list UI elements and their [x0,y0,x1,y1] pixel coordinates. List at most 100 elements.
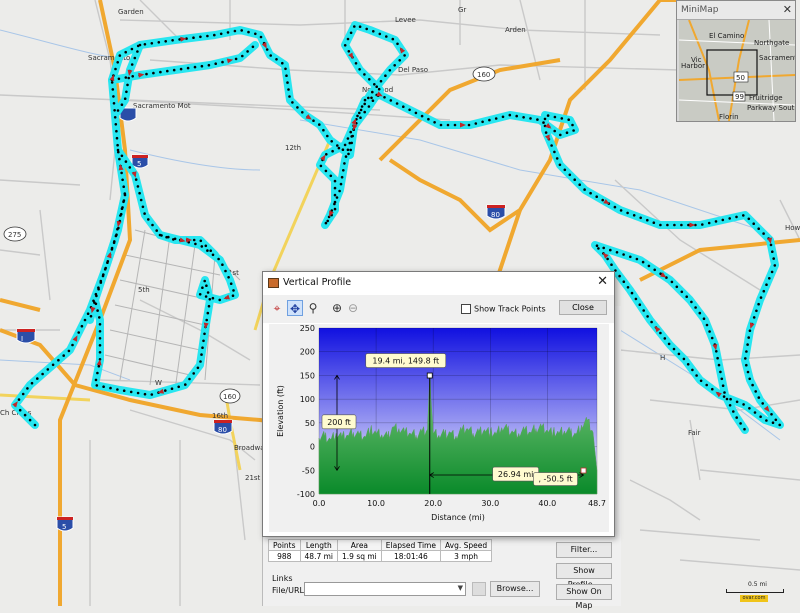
track-point [630,291,634,295]
zoom-area-icon[interactable]: ⚲ [305,300,321,316]
track-point [36,377,39,380]
close-icon[interactable]: ✕ [597,274,608,289]
track-point [343,143,347,147]
vertical-measure-label: 200 ft [327,418,351,427]
y-axis-label: Elevation (ft) [276,385,285,437]
track-point [121,178,124,182]
track-point [196,366,200,370]
track-point [112,95,115,98]
track-point [384,74,387,77]
checkbox-box[interactable] [461,304,471,314]
track-point [125,90,128,94]
track-point [275,58,278,61]
minimap-label: Sacramento [759,54,795,62]
track-point [550,144,553,147]
show-on-map-button[interactable]: Show On Map [556,584,612,610]
track-point [356,114,359,118]
track-point [205,318,208,322]
track-point [383,96,386,99]
track-point [583,188,586,191]
track-point [113,109,116,112]
track-point [354,62,358,65]
track-point [652,221,656,224]
chevron-down-icon[interactable]: ▼ [458,584,463,592]
track-point [685,295,688,299]
track-point [254,32,257,36]
vertical-profile-dialog[interactable]: Vertical Profile ✕ ⌖ ✥ ⚲ ⊕ ⊖ Show Track … [262,271,615,537]
show-track-points-checkbox[interactable]: Show Track Points [461,304,546,314]
track-point [219,32,223,36]
show-profile-button[interactable]: Show Profile... [556,563,612,589]
track-point [762,289,766,293]
track-point [632,214,636,217]
track-point [757,227,760,230]
file-url-input[interactable]: ▼ [304,582,466,596]
track-point [145,72,148,76]
track-point [150,393,154,396]
track-point [742,403,745,406]
track-point [716,356,719,360]
road-label: Sacramento Mot [133,102,191,110]
close-button[interactable]: Close [559,300,607,315]
x-tick-label: 40.0 [538,499,556,508]
zoom-out-icon[interactable]: ⊖ [345,300,361,316]
track-point [744,357,747,360]
track-point [391,37,395,41]
track-point [646,315,649,318]
track-point [214,62,217,65]
track-point [291,101,294,104]
elevation-chart[interactable]: 250 200 150 100 50 0 -50 -100 0.0 10.0 20.0 30.0 40… [269,324,609,532]
track-point [28,418,32,422]
track-point [729,397,732,401]
track-point [725,397,729,401]
track-point [318,123,321,126]
track-point [116,61,119,64]
track-point [152,71,155,75]
track-point [97,287,100,291]
track-point [370,96,373,100]
crosshair-move-icon[interactable]: ✥ [287,300,303,316]
y-tick-label: 100 [300,395,315,404]
track-point [773,264,777,267]
y-tick-label: 0 [310,443,315,452]
track-point [98,351,102,354]
track-point [346,37,350,41]
dialog-titlebar[interactable]: Vertical Profile ✕ [263,272,614,294]
track-point [543,117,547,121]
road-label: Gr [458,6,466,14]
track-point [642,309,645,312]
browse-button[interactable]: Browse... [490,581,540,597]
track-point [360,105,364,108]
track-point [241,54,244,58]
track-point [224,269,227,273]
elevation-chart-area[interactable]: 250 200 150 100 50 0 -50 -100 0.0 10.0 20.0 30.0 40… [269,324,609,532]
track-point [774,418,778,422]
track-point [110,248,114,251]
track-point [446,123,450,127]
zoom-in-icon[interactable]: ⊕ [329,300,345,316]
open-link-icon[interactable] [472,582,486,596]
track-point [433,121,436,124]
minimap-close-icon[interactable]: ✕ [783,3,792,16]
stats-value: 1.9 sq mi [337,550,382,562]
track-point [347,152,350,156]
stats-header: Area [337,539,382,551]
minimap-canvas[interactable]: El Camino Harbor 50 99 Fruitridge Parkwa… [679,20,795,121]
crosshair-add-icon[interactable]: ⌖ [269,300,285,316]
y-tick-label: 50 [305,419,315,428]
filter-button[interactable]: Filter... [556,542,612,558]
track-point [97,364,101,368]
cursor-label: 19.4 mi, 149.8 ft [372,357,439,366]
track-point [720,377,724,381]
track-point [281,61,284,65]
end-marker[interactable] [580,467,587,474]
cursor-marker[interactable] [426,372,433,379]
track-point [141,205,145,209]
track-point [346,148,350,152]
track-point [251,45,255,49]
minimap-window[interactable]: MiniMap ✕ El Camino Harbor 50 99 Fruitri… [676,0,796,122]
track-point [597,247,600,250]
track-point [116,143,119,147]
scale-bar [726,589,784,593]
track-point [115,136,119,140]
